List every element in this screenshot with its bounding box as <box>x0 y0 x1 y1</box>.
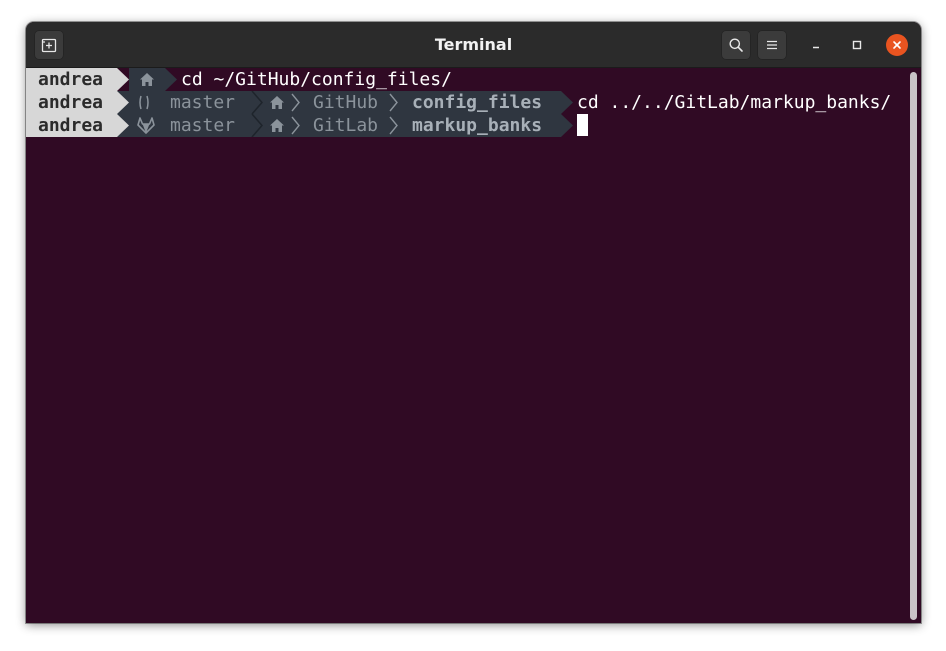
segment-separator <box>251 114 263 137</box>
path-current-dir: config_files <box>412 92 543 113</box>
git-branch-name: master <box>170 115 236 136</box>
path-chevron <box>291 116 300 135</box>
search-icon <box>729 38 743 52</box>
path-separator-arrow <box>561 91 573 114</box>
path-current-dir: markup_banks <box>412 115 543 136</box>
path-chevron <box>389 116 398 135</box>
path-chevron <box>389 93 398 112</box>
command-text: cd ../../GitLab/markup_banks/ <box>577 92 892 113</box>
prompt-line: andrea master GitHub config_files cd ../… <box>26 91 906 114</box>
git-branch-name: master <box>170 92 236 113</box>
home-icon <box>270 119 284 132</box>
prompt-line: andrea master GitLab markup_banks <box>26 114 906 137</box>
search-button[interactable] <box>721 30 751 60</box>
close-button[interactable] <box>886 34 908 56</box>
text-cursor <box>577 114 588 136</box>
path-parent: GitHub <box>313 92 379 113</box>
home-icon <box>270 96 284 109</box>
close-icon <box>893 41 901 49</box>
home-icon <box>140 73 154 86</box>
gitlab-icon <box>137 117 155 134</box>
prompt-user: andrea <box>26 68 117 91</box>
path-separator-arrow <box>561 114 573 137</box>
segment-separator <box>251 91 263 114</box>
prompt-line: andrea cd ~/GitHub/config_files/ <box>26 68 906 91</box>
maximize-icon <box>852 40 862 50</box>
path-chevron <box>291 93 300 112</box>
prompt-user: andrea <box>26 91 117 114</box>
user-separator-arrow <box>117 114 129 137</box>
maximize-button[interactable] <box>846 34 868 56</box>
user-separator-arrow <box>117 68 129 91</box>
menu-button[interactable] <box>757 30 787 60</box>
path-parent: GitLab <box>313 115 379 136</box>
terminal-window: Terminal andrea cd ~/GitHub/config_files… <box>26 22 921 623</box>
prompt-user: andrea <box>26 114 117 137</box>
terminal-output[interactable]: andrea cd ~/GitHub/config_files/ andrea <box>26 68 906 623</box>
user-separator-arrow <box>117 91 129 114</box>
minimize-icon <box>813 46 819 49</box>
minimize-button[interactable] <box>805 34 827 56</box>
path-separator-arrow <box>165 68 177 91</box>
hamburger-menu-icon <box>767 40 777 50</box>
titlebar: Terminal <box>26 22 921 68</box>
path-segment-home <box>129 68 165 91</box>
vertical-scrollbar[interactable] <box>910 72 917 620</box>
git-branch-icon <box>139 95 149 110</box>
command-text: cd ~/GitHub/config_files/ <box>181 69 452 90</box>
